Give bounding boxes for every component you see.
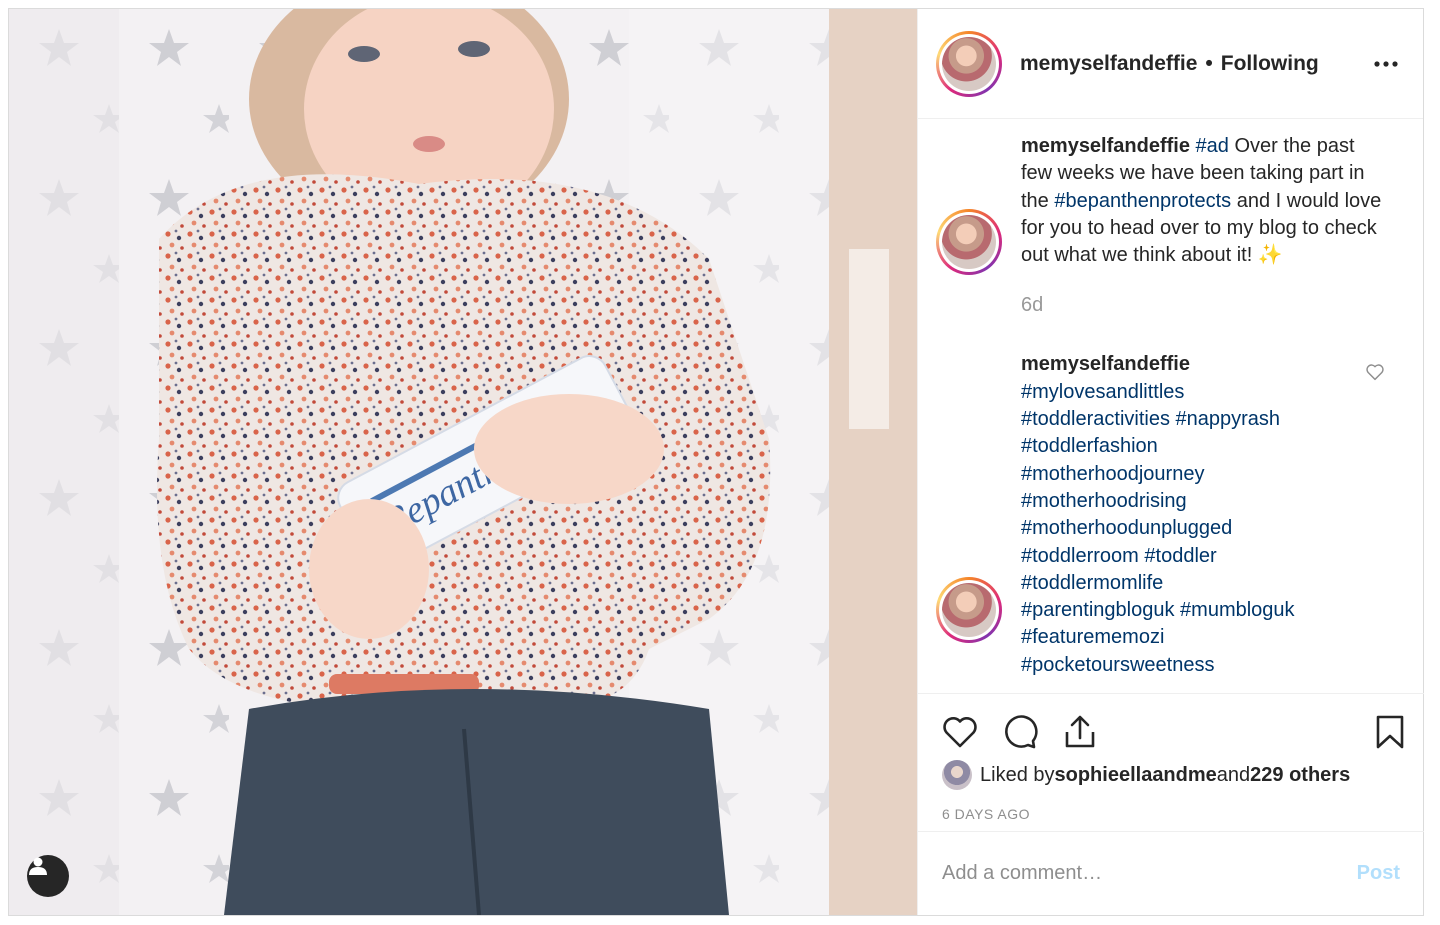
more-options-button[interactable] bbox=[1371, 49, 1401, 79]
comment-button[interactable] bbox=[1000, 712, 1040, 752]
hashtag-link[interactable]: #bepanthenprotects bbox=[1054, 190, 1231, 212]
hashtag-link[interactable]: #toddlerfashion bbox=[1021, 435, 1158, 457]
like-button[interactable] bbox=[940, 712, 980, 752]
share-upload-icon bbox=[1065, 715, 1095, 748]
header-separator: • bbox=[1205, 51, 1213, 75]
hashtag-link[interactable]: #pocketoursweetness bbox=[1021, 654, 1214, 676]
hashtag-link[interactable]: #motherhoodjourney bbox=[1021, 463, 1204, 485]
hashtag-link[interactable]: #ad bbox=[1196, 135, 1229, 157]
post-container: Bepanthen memyselfandeffie • Following m… bbox=[8, 8, 1424, 916]
liker-avatar[interactable] bbox=[942, 760, 972, 790]
hashtag-comment: memyselfandeffie #mylovesandlittles #tod… bbox=[918, 317, 1423, 679]
hashtag-link[interactable]: #nappyrash bbox=[1176, 408, 1281, 430]
caption-time[interactable]: 6d bbox=[1021, 294, 1383, 317]
bookmark-icon bbox=[1376, 715, 1404, 749]
following-button[interactable]: Following bbox=[1221, 52, 1319, 76]
comment-form: Post bbox=[918, 831, 1424, 915]
photo-illustration: Bepanthen bbox=[9, 9, 917, 915]
hashtag-link[interactable]: #featurememozi bbox=[1021, 626, 1164, 648]
add-comment-input[interactable] bbox=[942, 862, 1357, 885]
comments-list[interactable]: memyselfandeffie #ad Over the past few w… bbox=[918, 119, 1423, 693]
save-button[interactable] bbox=[1370, 712, 1410, 752]
hashtag-link[interactable]: #toddleractivities bbox=[1021, 408, 1170, 430]
hashtag-link[interactable]: #mumbloguk bbox=[1180, 599, 1295, 621]
caption-author-avatar[interactable] bbox=[936, 209, 1002, 275]
post-photo[interactable]: Bepanthen bbox=[9, 9, 917, 915]
hashtag-link[interactable]: #toddlermomlife bbox=[1021, 572, 1163, 594]
hashtag-link[interactable]: #motherhoodrising bbox=[1021, 490, 1187, 512]
more-horizontal-icon bbox=[1374, 61, 1398, 67]
share-button[interactable] bbox=[1060, 712, 1100, 752]
post-actions: Liked by sophieellaandme and 229 others … bbox=[918, 693, 1424, 823]
comment-username-link[interactable]: memyselfandeffie bbox=[1021, 351, 1343, 378]
hashtag-link[interactable]: #mylovesandlittles bbox=[1021, 381, 1184, 403]
hashtag-link[interactable]: #motherhoodunplugged bbox=[1021, 517, 1232, 539]
liker-username-link[interactable]: sophieellaandme bbox=[1055, 764, 1217, 787]
post-comment-button[interactable]: Post bbox=[1357, 862, 1400, 885]
comment-like-button[interactable] bbox=[1365, 363, 1385, 386]
author-avatar[interactable] bbox=[936, 30, 1002, 97]
hashtag-link[interactable]: #toddler bbox=[1144, 545, 1216, 567]
tagged-users-button[interactable] bbox=[27, 855, 69, 897]
likes-others-link[interactable]: 229 others bbox=[1250, 764, 1350, 787]
likes-middle: and bbox=[1216, 763, 1251, 786]
heart-outline-icon bbox=[1366, 364, 1384, 381]
heart-icon bbox=[943, 717, 977, 748]
post-header: memyselfandeffie • Following bbox=[918, 9, 1423, 119]
hashtag-link[interactable]: #parentingbloguk bbox=[1021, 599, 1174, 621]
caption-comment: memyselfandeffie #ad Over the past few w… bbox=[918, 119, 1423, 317]
hashtag-link[interactable]: #toddlerroom bbox=[1021, 545, 1139, 567]
comment-author-avatar[interactable] bbox=[936, 577, 1002, 644]
caption-username-link[interactable]: memyselfandeffie bbox=[1021, 135, 1190, 157]
post-timestamp[interactable]: 6 DAYS AGO bbox=[942, 806, 1030, 822]
user-icon bbox=[29, 857, 47, 875]
comment-bubble-icon bbox=[1005, 715, 1038, 749]
author-username-link[interactable]: memyselfandeffie bbox=[1020, 52, 1197, 76]
sparkles-emoji: ✨ bbox=[1257, 244, 1283, 267]
post-side-panel: memyselfandeffie • Following memyselfand… bbox=[917, 9, 1424, 915]
likes-summary: Liked by sophieellaandme and 229 others bbox=[942, 760, 1350, 790]
likes-prefix: Liked by bbox=[980, 763, 1055, 786]
